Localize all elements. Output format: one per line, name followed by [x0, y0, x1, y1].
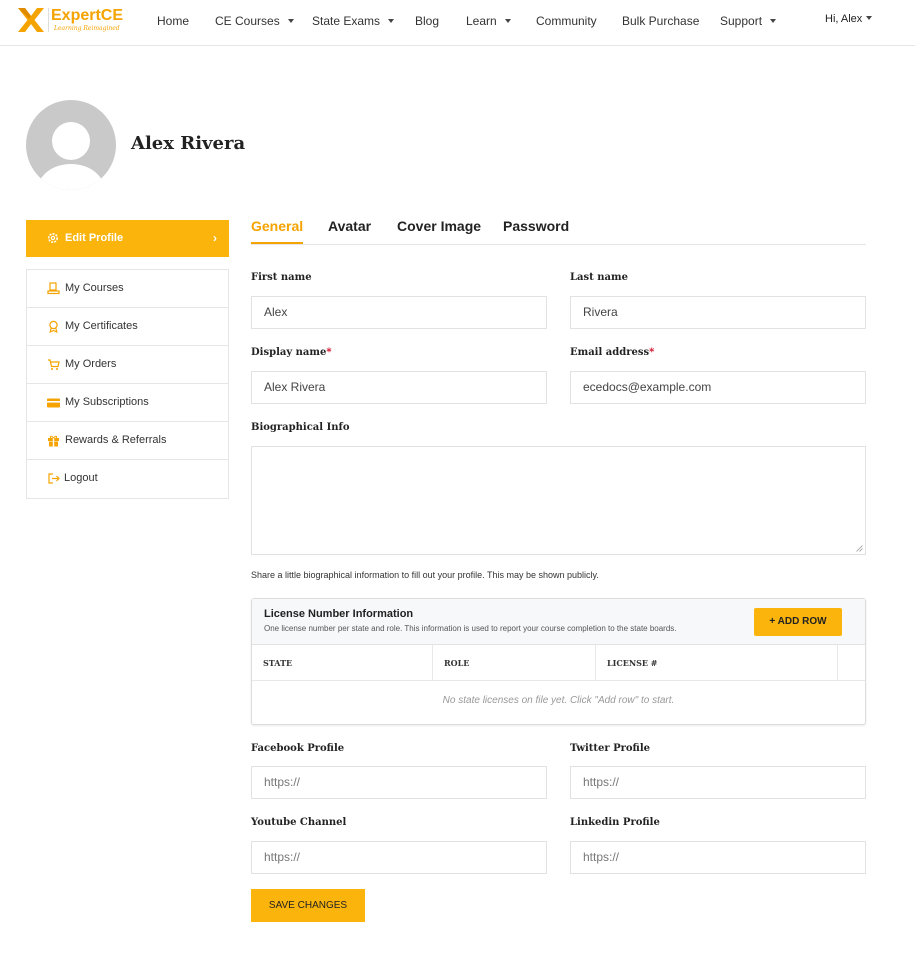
nav-blog-label: Blog: [415, 14, 440, 28]
main-nav: Home CE Courses State Exams Blog Learn C…: [0, 14, 915, 30]
column-header-state: STATE: [252, 645, 433, 681]
last-name-label: Last name: [570, 272, 628, 283]
certificate-icon: [49, 320, 58, 333]
first-name-field[interactable]: Alex: [251, 296, 547, 329]
nav-blog[interactable]: Blog: [415, 14, 439, 28]
nav-learn[interactable]: Learn: [466, 14, 511, 28]
resize-handle-icon[interactable]: [856, 545, 863, 552]
sidebar-item-label: Logout: [64, 472, 98, 484]
nav-state-exams-label: State Exams: [312, 14, 381, 28]
sidebar-menu: My Courses My Certificates My Orders My …: [26, 269, 229, 499]
logout-icon: [48, 473, 60, 484]
display-name-label-text: Display name: [251, 347, 327, 358]
email-label-text: Email address: [570, 347, 650, 358]
save-changes-button[interactable]: SAVE CHANGES: [251, 889, 365, 922]
required-asterisk: *: [649, 347, 655, 358]
chevron-right-icon: ›: [213, 231, 217, 245]
card-icon: [47, 398, 60, 408]
chevron-down-icon: [770, 18, 777, 23]
sidebar-item-label: My Courses: [65, 282, 124, 294]
facebook-field[interactable]: https://: [251, 766, 547, 799]
gear-icon: [48, 233, 58, 243]
linkedin-label: Linkedin Profile: [570, 817, 660, 828]
youtube-label: Youtube Channel: [251, 817, 347, 828]
profile-name: Alex Rivera: [131, 133, 246, 154]
chevron-down-icon: [866, 16, 873, 21]
column-header-role: ROLE: [433, 645, 596, 681]
sidebar-item-my-certificates[interactable]: My Certificates: [27, 308, 228, 346]
required-asterisk: *: [326, 347, 332, 358]
bio-help-text: Share a little biographical information …: [251, 570, 599, 580]
nav-learn-label: Learn: [466, 14, 497, 28]
avatar-placeholder-head: [52, 122, 90, 160]
nav-state-exams[interactable]: State Exams: [312, 14, 395, 28]
linkedin-field[interactable]: https://: [570, 841, 866, 874]
license-section: License Number Information One license n…: [251, 598, 866, 725]
sidebar-item-my-orders[interactable]: My Orders: [27, 346, 228, 384]
youtube-field[interactable]: https://: [251, 841, 547, 874]
nav-home[interactable]: Home: [157, 14, 189, 28]
chevron-down-icon: [504, 18, 511, 23]
cart-icon: [48, 359, 60, 370]
sidebar-item-label: My Orders: [65, 358, 117, 370]
sidebar-item-label: My Certificates: [65, 320, 138, 332]
email-label: Email address*: [570, 347, 654, 358]
sidebar-item-label: My Subscriptions: [65, 396, 149, 408]
license-table-header: STATE ROLE LICENSE #: [252, 645, 865, 681]
bio-label: Biographical Info: [251, 422, 350, 433]
tab-avatar[interactable]: Avatar: [328, 218, 371, 234]
sidebar-item-label: Rewards & Referrals: [65, 434, 167, 446]
twitter-label: Twitter Profile: [570, 743, 650, 754]
nav-bulk-purchase[interactable]: Bulk Purchase: [622, 14, 699, 28]
first-name-label: First name: [251, 272, 312, 283]
avatar-placeholder-body: [38, 164, 104, 190]
sidebar-item-logout[interactable]: Logout: [27, 460, 228, 498]
nav-ce-courses-label: CE Courses: [215, 14, 280, 28]
chevron-down-icon: [287, 18, 294, 23]
top-navigation-bar: ExpertCE Learning Reimagined Home CE Cou…: [0, 0, 915, 46]
add-row-button[interactable]: + ADD ROW: [754, 608, 842, 636]
last-name-field[interactable]: Rivera: [570, 296, 866, 329]
column-header-license: LICENSE #: [596, 645, 838, 681]
nav-support-label: Support: [720, 14, 763, 28]
gift-icon: [48, 435, 59, 447]
display-name-label: Display name*: [251, 347, 332, 358]
license-empty-message: No state licenses on file yet. Click "Ad…: [442, 695, 675, 706]
sidebar-item-label: Edit Profile: [65, 232, 124, 244]
license-header: License Number Information One license n…: [252, 599, 865, 645]
nav-ce-courses[interactable]: CE Courses: [215, 14, 294, 28]
sidebar-item-rewards-referrals[interactable]: Rewards & Referrals: [27, 422, 228, 460]
bio-textarea[interactable]: [251, 446, 866, 555]
nav-support[interactable]: Support: [720, 14, 777, 28]
nav-bulk-purchase-label: Bulk Purchase: [622, 14, 700, 28]
nav-community-label: Community: [536, 14, 597, 28]
sidebar-item-my-courses[interactable]: My Courses: [27, 270, 228, 308]
profile-tabs: General Avatar Cover Image Password: [251, 215, 866, 245]
nav-home-label: Home: [157, 14, 190, 28]
display-name-field[interactable]: Alex Rivera: [251, 371, 547, 404]
license-title: License Number Information: [264, 608, 414, 620]
chevron-down-icon: [388, 18, 395, 23]
license-subtitle: One license number per state and role. T…: [264, 624, 677, 633]
tab-password[interactable]: Password: [503, 218, 569, 234]
user-greeting: Hi, Alex: [825, 13, 863, 25]
tab-cover-image[interactable]: Cover Image: [397, 218, 481, 234]
facebook-label: Facebook Profile: [251, 743, 345, 754]
sidebar-item-my-subscriptions[interactable]: My Subscriptions: [27, 384, 228, 422]
avatar: [26, 100, 116, 190]
nav-community[interactable]: Community: [536, 14, 597, 28]
email-field[interactable]: ecedocs@example.com: [570, 371, 866, 404]
twitter-field[interactable]: https://: [570, 766, 866, 799]
course-icon: [47, 282, 60, 295]
tab-general[interactable]: General: [251, 218, 304, 244]
sidebar-item-edit-profile[interactable]: Edit Profile ›: [26, 220, 229, 257]
user-menu[interactable]: Hi, Alex: [825, 13, 873, 25]
